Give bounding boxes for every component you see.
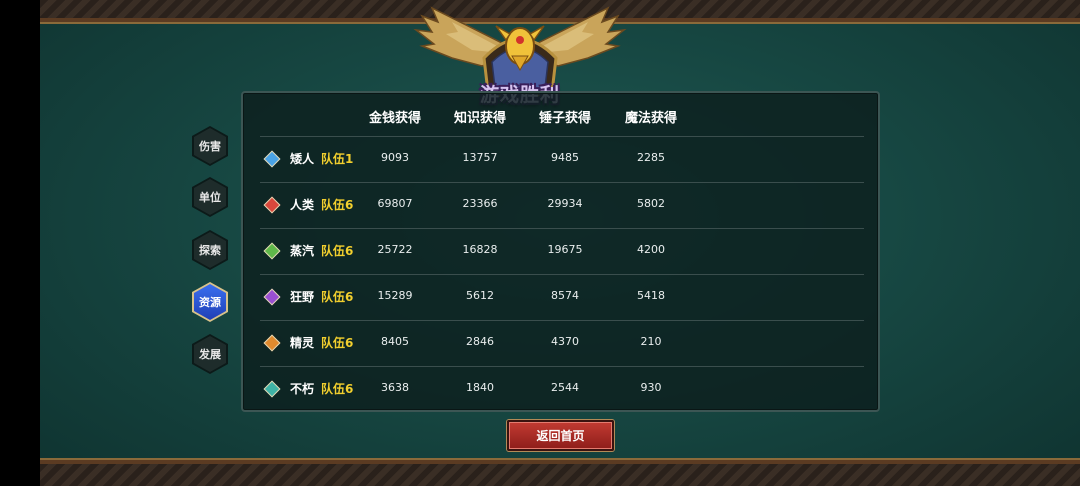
race-name: 人类	[290, 198, 315, 212]
column-header-hammer: 锤子获得	[538, 111, 591, 126]
tab-development-label: 发展	[194, 336, 226, 372]
magic-value: 4200	[637, 243, 665, 256]
team-name: 队伍6	[321, 382, 354, 396]
hammer-value: 19675	[547, 243, 583, 256]
gold-value: 9093	[381, 151, 409, 164]
knowledge-value: 23366	[462, 197, 498, 210]
magic-value: 930	[640, 381, 662, 394]
magic-value: 5418	[637, 289, 665, 302]
column-header-knowledge: 知识获得	[453, 111, 506, 126]
race-name: 精灵	[290, 336, 315, 350]
table-row: 矮人 队伍1 9093 13757 9485 2285	[260, 136, 864, 182]
hammer-value: 29934	[547, 197, 583, 210]
knowledge-value: 16828	[462, 243, 498, 256]
magic-value: 2285	[637, 151, 665, 164]
gold-value: 25722	[377, 243, 413, 256]
race-gem-icon	[263, 334, 281, 352]
table-row: 不朽 队伍6 3638 1840 2544 930	[260, 366, 864, 412]
hammer-value: 9485	[551, 151, 579, 164]
magic-value: 5802	[637, 197, 665, 210]
race-name: 狂野	[290, 290, 315, 304]
knowledge-value: 1840	[466, 381, 494, 394]
column-header-gold: 金钱获得	[368, 111, 421, 126]
bottom-border	[40, 460, 1080, 486]
knowledge-value: 13757	[462, 151, 498, 164]
gold-value: 15289	[377, 289, 413, 302]
table-row: 精灵 队伍6 8405 2846 4370 210	[260, 320, 864, 366]
gold-value: 69807	[377, 197, 413, 210]
race-gem-icon	[263, 288, 281, 306]
hammer-value: 8574	[551, 289, 579, 302]
tab-units-label: 单位	[194, 179, 226, 215]
race-gem-icon	[263, 196, 281, 214]
team-name: 队伍6	[321, 198, 354, 212]
knowledge-value: 2846	[466, 335, 494, 348]
team-name: 队伍6	[321, 290, 354, 304]
column-header-magic: 魔法获得	[624, 111, 677, 126]
table-row: 蒸汽 队伍6 25722 16828 19675 4200	[260, 228, 864, 274]
tab-resources-label: 资源	[194, 284, 226, 320]
race-name: 不朽	[290, 382, 315, 396]
results-panel: 金钱获得 知识获得 锤子获得 魔法获得 矮人 队伍1 9093 13757 94…	[241, 91, 880, 412]
tab-damage-label: 伤害	[194, 128, 226, 164]
race-gem-icon	[263, 380, 281, 398]
race-gem-icon	[263, 150, 281, 168]
magic-value: 210	[640, 335, 662, 348]
race-name: 蒸汽	[290, 244, 315, 258]
knowledge-value: 5612	[466, 289, 494, 302]
team-name: 队伍1	[321, 152, 354, 166]
team-name: 队伍6	[321, 244, 354, 258]
return-home-button[interactable]: 返回首页	[507, 420, 614, 451]
gold-value: 3638	[381, 381, 409, 394]
table-row: 狂野 队伍6 15289 5612 8574 5418	[260, 274, 864, 320]
race-name: 矮人	[290, 152, 315, 166]
hammer-value: 2544	[551, 381, 579, 394]
team-name: 队伍6	[321, 336, 354, 350]
race-gem-icon	[263, 242, 281, 260]
table-row: 人类 队伍6 69807 23366 29934 5802	[260, 182, 864, 228]
hammer-value: 4370	[551, 335, 579, 348]
gold-value: 8405	[381, 335, 409, 348]
tab-explore-label: 探索	[194, 232, 226, 268]
